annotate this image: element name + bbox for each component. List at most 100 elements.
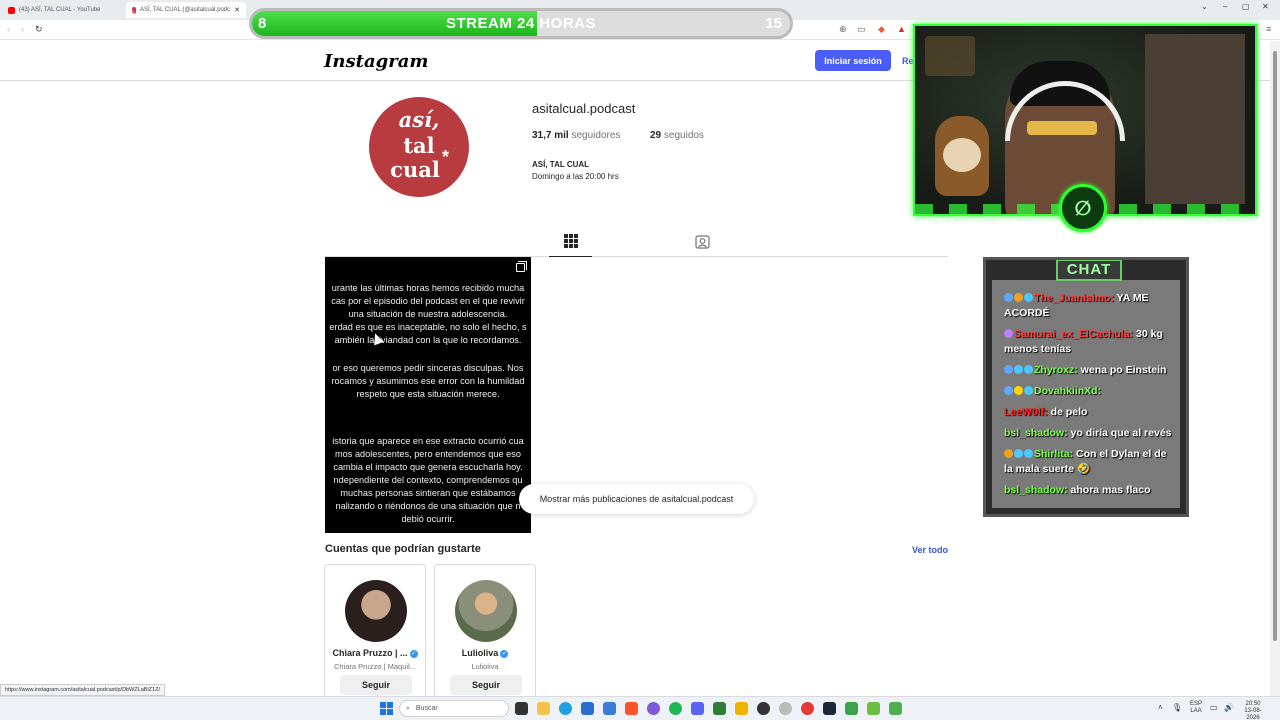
post-text-line: erdad es que es inaceptable, no solo el … (329, 322, 527, 332)
mail-icon[interactable] (603, 702, 616, 715)
brave-shield-icon[interactable]: ◆ (878, 24, 885, 35)
minimize-icon[interactable]: – (1223, 2, 1227, 11)
followers-stat[interactable]: 31,7 mil seguidores (532, 130, 620, 141)
register-link[interactable]: Re (902, 56, 914, 66)
clock[interactable]: 20:50 13-08-2026 (1238, 701, 1268, 720)
post-thumbnail[interactable]: urante las últimas horas hemos recibido … (325, 257, 531, 533)
spotify-icon[interactable] (669, 702, 682, 715)
suggestion-name: Chiara Pruzzo | ... ✓ (332, 648, 418, 658)
file-explorer-icon[interactable] (537, 702, 550, 715)
language-indicator[interactable]: ESP LAA (1190, 701, 1202, 715)
carousel-icon (516, 261, 527, 272)
microphone-icon[interactable]: 🎙 (1172, 703, 1182, 712)
volume-icon[interactable]: 🔊 (1224, 703, 1234, 712)
suggestion-card[interactable]: Chiara Pruzzo | ... ✓ Chiara Pruzzo | Maq… (324, 564, 426, 700)
scrollbar-thumb[interactable] (1273, 51, 1277, 641)
forward-icon[interactable]: › (21, 24, 24, 34)
tab-posts[interactable] (549, 231, 592, 257)
suggestion-card[interactable]: Lulioliva ✓ Lulioliva Seguir (434, 564, 536, 700)
chat-overlay: CHAT The_Juanisimo: YA ME ACORDÉ Samurai_… (983, 257, 1189, 517)
tagged-user-icon (694, 235, 710, 249)
chat-username: Shirlita: (1034, 448, 1074, 460)
app-icon[interactable] (845, 702, 858, 715)
zoom-icon[interactable]: ⊕ (839, 24, 847, 35)
task-view-icon[interactable] (515, 702, 528, 715)
taskbar-search[interactable]: ⌕ Buscar (399, 700, 509, 717)
chat-username: The_Juanisimo: (1034, 292, 1114, 304)
tab-tagged[interactable] (690, 231, 714, 255)
app-icon[interactable] (779, 702, 792, 715)
back-icon[interactable]: ‹ (7, 24, 10, 34)
page-scrollbar[interactable] (1270, 41, 1280, 696)
suggestion-subtitle: Lulioliva (471, 662, 499, 671)
taskbar: ⌕ Buscar ˄ 🎙 ESP LAA ▭ 🔊 20:50 13-08-2026 (0, 696, 1280, 720)
stream-end-value: 15 (765, 15, 782, 32)
tab-instagram[interactable]: ASÍ, TAL CUAL (@asitalcual.podc ✕ (126, 2, 246, 18)
chat-username: LeeW0lf: (1004, 406, 1048, 418)
post-paragraph: istoria que aparece en ese extracto ocur… (325, 435, 531, 526)
post-paragraph: urante las últimas horas hemos recibido … (325, 282, 531, 347)
following-count: 29 (650, 130, 662, 141)
edge-icon[interactable] (559, 702, 572, 715)
maximize-icon[interactable]: ▢ (1242, 2, 1250, 11)
brave-icon[interactable] (625, 702, 638, 715)
chat-username: Samurai_ex_ElCachula: (1014, 328, 1134, 340)
discord-icon[interactable] (691, 702, 704, 715)
windows-start-icon[interactable] (380, 702, 393, 715)
post-text-line: nalizando o riéndonos de una situación q… (335, 501, 521, 511)
follow-button[interactable]: Seguir (450, 675, 522, 695)
chat-badge-icon (1004, 386, 1013, 395)
profile-username: asitalcual.podcast (532, 101, 636, 116)
cast-icon[interactable]: ▭ (857, 24, 866, 35)
chat-text: ahora mas flaco (1067, 484, 1151, 496)
chat-badge-icon (1004, 329, 1013, 338)
chat-username: bsl_shadow: (1004, 427, 1068, 439)
app-icon[interactable] (801, 702, 814, 715)
post-text-line: urante las últimas horas hemos recibido … (331, 283, 525, 293)
chat-badge-icon (1014, 386, 1023, 395)
avatar-text-line: tal (403, 133, 435, 158)
followers-label: seguidores (571, 130, 621, 141)
terminal-icon[interactable] (713, 702, 726, 715)
rewards-icon[interactable]: ▲ (897, 24, 906, 34)
chat-badge-icon (1024, 449, 1033, 458)
grid-icon (563, 234, 578, 248)
chat-message: bsl_shadow: ahora mas flaco (1004, 483, 1174, 498)
steam-icon[interactable] (823, 702, 836, 715)
close-tab-icon[interactable]: ✕ (234, 6, 240, 14)
profile-avatar: así, tal cual * (369, 97, 469, 197)
chat-badge-icon (1004, 293, 1013, 302)
chevron-down-icon[interactable]: ⌄ (1201, 2, 1208, 11)
tab-youtube[interactable]: (43) ASÍ, TAL CUAL - YouTube (2, 2, 120, 18)
avatar[interactable] (345, 580, 407, 642)
chat-badge-icon (1004, 449, 1013, 458)
avatar[interactable] (455, 580, 517, 642)
login-button[interactable]: Iniciar sesión (815, 50, 891, 71)
network-icon[interactable]: ▭ (1210, 703, 1218, 712)
store-icon[interactable] (581, 702, 594, 715)
chat-message: bsl_shadow: yo diría que al revés (1004, 426, 1174, 441)
chat-messages: The_Juanisimo: YA ME ACORDÉ Samurai_ex_El… (1004, 291, 1174, 504)
close-window-icon[interactable]: ✕ (1262, 2, 1269, 11)
app-icon[interactable] (889, 702, 902, 715)
follow-button[interactable]: Seguir (340, 675, 412, 695)
avatar-text-line: cual (390, 157, 440, 182)
notes-icon[interactable] (735, 702, 748, 715)
app-icon[interactable] (647, 702, 660, 715)
profile-bio: Domingo a las 20:00 hrs (532, 172, 619, 181)
menu-icon[interactable]: ≡ (1266, 24, 1271, 34)
chat-badge-icon (1024, 293, 1033, 302)
instagram-logo[interactable]: Instagram (324, 51, 428, 72)
post-text-line: cas por el episodio del podcast en el qu… (331, 296, 525, 306)
post-text-line: cambia el impacto que genera escucharla … (333, 462, 523, 472)
following-stat[interactable]: 29 seguidos (650, 130, 704, 141)
see-all-link[interactable]: Ver todo (912, 545, 948, 555)
chat-badge-icon (1014, 365, 1023, 374)
reload-icon[interactable]: ↻ (35, 24, 43, 35)
tray-chevron-icon[interactable]: ˄ (1158, 703, 1163, 712)
suggestions-title: Cuentas que podrían gustarte (325, 543, 481, 555)
minecraft-icon[interactable] (867, 702, 880, 715)
obs-icon[interactable] (757, 702, 770, 715)
show-more-posts-button[interactable]: Mostrar más publicaciones de asitalcual.… (519, 484, 754, 514)
post-text-line: istoria que aparece en ese extracto ocur… (332, 436, 524, 446)
